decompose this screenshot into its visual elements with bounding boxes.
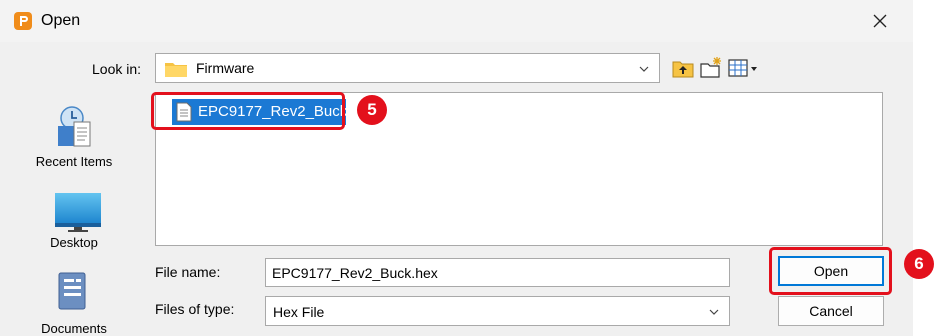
close-icon[interactable] <box>867 7 893 35</box>
up-one-level-icon[interactable] <box>671 56 695 80</box>
place-recent-items-label: Recent Items <box>35 154 113 169</box>
cancel-button[interactable]: Cancel <box>778 296 884 326</box>
place-desktop-label: Desktop <box>50 235 98 250</box>
documents-icon <box>58 272 86 310</box>
place-recent-items[interactable]: Recent Items <box>0 102 148 174</box>
file-name-label: File name: <box>155 264 221 280</box>
file-type-dropdown[interactable]: Hex File <box>265 296 730 326</box>
look-in-label: Look in: <box>92 61 142 77</box>
step-5-badge: 5 <box>357 95 387 125</box>
place-desktop[interactable]: Desktop <box>0 192 148 254</box>
look-in-value: Firmware <box>196 60 255 76</box>
look-in-dropdown[interactable]: Firmware <box>155 53 660 83</box>
chevron-down-icon <box>639 66 649 72</box>
highlight-box-open <box>769 247 892 295</box>
file-type-label: Files of type: <box>155 301 235 317</box>
file-name-field[interactable] <box>265 258 730 287</box>
file-name-input[interactable] <box>266 259 729 286</box>
place-documents[interactable]: Documents <box>0 267 148 336</box>
title-bar: Open <box>0 0 913 42</box>
highlight-box-file <box>151 92 345 130</box>
new-folder-icon[interactable] <box>699 56 723 80</box>
places-bar: Recent Items Desktop Documents <box>0 92 148 336</box>
open-dialog: Open Look in: Firmware Recent Items Desk… <box>0 0 913 336</box>
chevron-down-icon <box>709 309 719 315</box>
desktop-icon <box>55 193 101 232</box>
step-6-badge: 6 <box>904 249 934 279</box>
place-documents-label: Documents <box>41 321 107 336</box>
recent-items-icon <box>58 106 91 147</box>
dialog-title: Open <box>41 12 81 29</box>
app-logo-icon <box>14 12 32 30</box>
view-menu-icon[interactable] <box>727 56 761 80</box>
file-type-value: Hex File <box>273 304 325 320</box>
folder-icon <box>165 63 187 77</box>
